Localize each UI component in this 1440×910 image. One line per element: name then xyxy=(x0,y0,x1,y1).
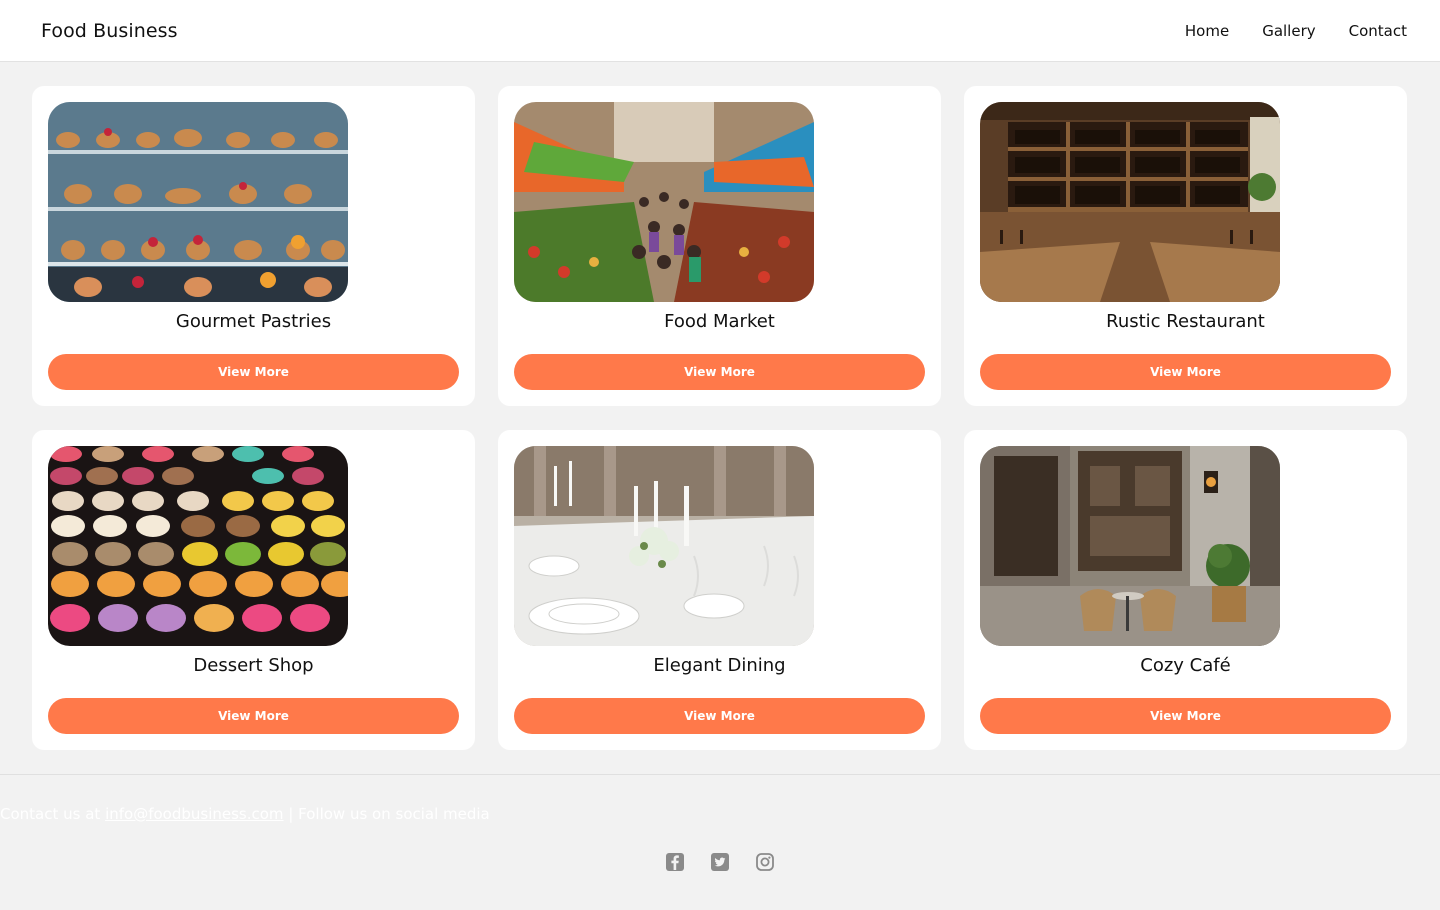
gallery-card: Food Market View More xyxy=(498,86,941,406)
card-image-market xyxy=(514,102,814,302)
view-more-button[interactable]: View More xyxy=(980,354,1391,390)
footer-email-link[interactable]: info@foodbusiness.com xyxy=(105,805,283,823)
nav-gallery[interactable]: Gallery xyxy=(1262,22,1315,40)
brand-name[interactable]: Food Business xyxy=(41,20,178,42)
nav-contact[interactable]: Contact xyxy=(1349,22,1407,40)
gallery-grid: Gourmet Pastries View More Food Market V… xyxy=(0,62,1440,774)
card-title: Food Market xyxy=(664,311,775,332)
card-title: Cozy Café xyxy=(1140,655,1231,676)
card-image-cafe xyxy=(980,446,1280,646)
footer-contact-text: Contact us at info@foodbusiness.com | Fo… xyxy=(0,805,490,823)
card-image-macarons xyxy=(48,446,348,646)
gallery-card: Elegant Dining View More xyxy=(498,430,941,750)
site-footer: Contact us at info@foodbusiness.com | Fo… xyxy=(0,774,1440,910)
nav-home[interactable]: Home xyxy=(1185,22,1229,40)
footer-suffix: | Follow us on social media xyxy=(283,805,490,823)
card-image-elegant-dining xyxy=(514,446,814,646)
view-more-button[interactable]: View More xyxy=(514,354,925,390)
view-more-button[interactable]: View More xyxy=(48,354,459,390)
card-image-rustic-restaurant xyxy=(980,102,1280,302)
card-title: Rustic Restaurant xyxy=(1106,311,1265,332)
site-header: Food Business Home Gallery Contact xyxy=(0,0,1440,62)
card-title: Gourmet Pastries xyxy=(175,311,332,332)
twitter-icon[interactable] xyxy=(710,852,730,872)
main-nav: Home Gallery Contact xyxy=(1185,22,1407,40)
view-more-button[interactable]: View More xyxy=(514,698,925,734)
gallery-card: Gourmet Pastries View More xyxy=(32,86,475,406)
social-links xyxy=(0,852,1440,872)
gallery-card: Rustic Restaurant View More xyxy=(964,86,1407,406)
instagram-icon[interactable] xyxy=(755,852,775,872)
view-more-button[interactable]: View More xyxy=(980,698,1391,734)
view-more-button[interactable]: View More xyxy=(48,698,459,734)
gallery-card: Dessert Shop View More xyxy=(32,430,475,750)
card-title: Elegant Dining xyxy=(653,655,786,676)
card-image-pastries xyxy=(48,102,348,302)
gallery-card: Cozy Café View More xyxy=(964,430,1407,750)
footer-prefix: Contact us at xyxy=(0,805,106,823)
facebook-icon[interactable] xyxy=(665,852,685,872)
card-title: Dessert Shop xyxy=(193,655,314,676)
